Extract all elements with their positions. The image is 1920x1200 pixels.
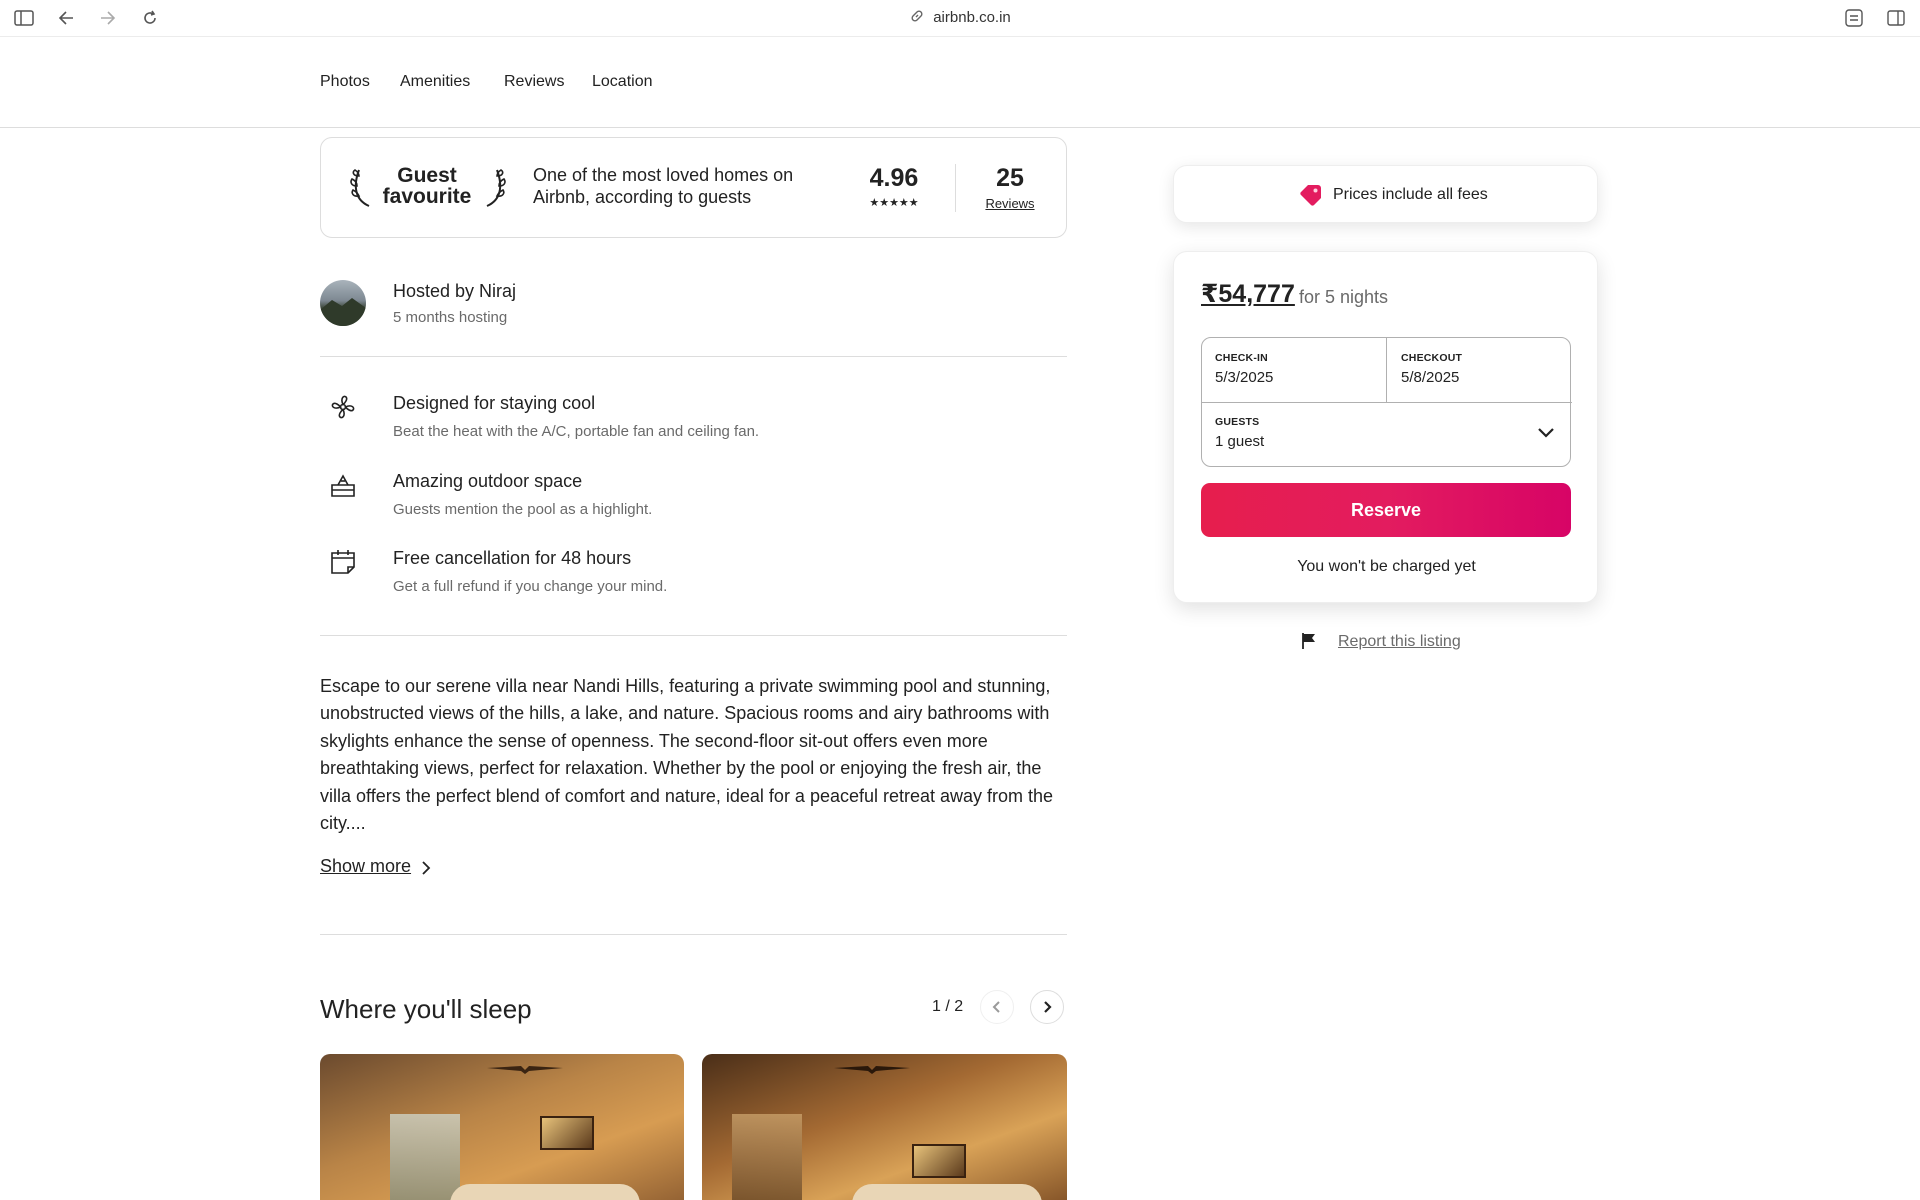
avatar[interactable]: [320, 280, 366, 326]
highlight-subtitle: Guests mention the pool as a highlight.: [393, 501, 653, 518]
address-bar[interactable]: airbnb.co.in: [0, 8, 1920, 28]
photo-artwork: [540, 1116, 594, 1150]
photo-bed: [852, 1184, 1042, 1200]
guest-favourite-description: One of the most loved homes on Airbnb, a…: [533, 165, 794, 207]
reviews-link[interactable]: Reviews: [973, 196, 1047, 211]
photo-artwork: [912, 1144, 966, 1178]
section-nav: Photos Amenities Reviews Location: [0, 37, 1920, 128]
date-guest-picker: CHECK-IN 5/3/2025 CHECKOUT 5/8/2025 GUES…: [1201, 337, 1572, 467]
report-listing-link[interactable]: Report this listing: [1338, 633, 1461, 651]
photo-window: [390, 1114, 460, 1200]
url-text: airbnb.co.in: [933, 8, 1011, 26]
guests-select[interactable]: 1 guest: [1215, 433, 1264, 450]
photo-bed: [450, 1184, 640, 1200]
tab-reviews[interactable]: Reviews: [504, 73, 564, 91]
guest-favourite-title: Guest favourite: [382, 164, 472, 208]
highlight-title: Free cancellation for 48 hours: [393, 548, 632, 568]
highlight-subtitle: Beat the heat with the A/C, portable fan…: [393, 423, 760, 440]
host-name: Hosted by Niraj: [393, 281, 517, 301]
tab-amenities[interactable]: Amenities: [400, 73, 470, 91]
previous-button[interactable]: [980, 990, 1014, 1024]
review-count: 25: [996, 164, 1024, 192]
checkin-label: CHECK-IN: [1215, 352, 1268, 364]
browser-toolbar: airbnb.co.in: [0, 0, 1920, 37]
tab-photos[interactable]: Photos: [320, 73, 370, 91]
no-charge-note: You won't be charged yet: [1297, 558, 1476, 575]
divider: [1202, 402, 1572, 403]
translate-icon[interactable]: [1841, 6, 1867, 30]
highlight-subtitle: Get a full refund if you change your min…: [393, 578, 668, 595]
tab-location[interactable]: Location: [592, 73, 653, 91]
booking-card: ₹54,777 for 5 nights CHECK-IN 5/3/2025 C…: [1173, 251, 1598, 603]
show-more-button[interactable]: Show more: [320, 856, 411, 877]
flag-icon: [1301, 632, 1317, 655]
divider: [955, 164, 956, 212]
chevron-down-icon[interactable]: [1537, 426, 1555, 444]
checkout-field[interactable]: 5/8/2025: [1401, 369, 1459, 386]
rating-value: 4.96: [869, 164, 919, 192]
laurel-left-icon: [349, 166, 375, 213]
split-view-icon[interactable]: [1883, 6, 1909, 30]
price-tag-icon: [1298, 182, 1324, 213]
laurel-right-icon: [481, 166, 507, 213]
rating-stars: ★★★★★: [869, 197, 919, 209]
listing-description: Escape to our serene villa near Nandi Hi…: [320, 676, 1054, 834]
guest-favourite-card: Guest favourite One of the most loved ho…: [320, 137, 1067, 238]
highlight-title: Amazing outdoor space: [393, 471, 583, 491]
guests-label: GUESTS: [1215, 416, 1260, 428]
fees-notice-text: Prices include all fees: [1333, 186, 1488, 203]
link-icon: [909, 8, 925, 28]
host-tenure: 5 months hosting: [393, 309, 508, 326]
divider: [1386, 338, 1387, 402]
pager-count: 1 / 2: [932, 998, 964, 1015]
bedroom-photo[interactable]: [702, 1054, 1067, 1200]
photo-window: [732, 1114, 802, 1200]
divider: [320, 934, 1067, 935]
divider: [320, 635, 1067, 636]
divider: [320, 356, 1067, 357]
calendar-icon: [328, 547, 358, 577]
reserve-button[interactable]: Reserve: [1201, 483, 1571, 537]
next-button[interactable]: [1030, 990, 1064, 1024]
bedroom-photo[interactable]: [320, 1054, 684, 1200]
section-title: Where you'll sleep: [320, 994, 532, 1024]
chevron-right-icon: [421, 860, 431, 881]
fees-notice: Prices include all fees: [1173, 165, 1598, 223]
nightly-price[interactable]: ₹54,777: [1201, 279, 1295, 309]
fan-icon: [328, 392, 358, 422]
highlight-title: Designed for staying cool: [393, 393, 596, 413]
checkout-label: CHECKOUT: [1401, 352, 1463, 364]
price-suffix: for 5 nights: [1299, 287, 1389, 307]
checkin-field[interactable]: 5/3/2025: [1215, 369, 1273, 386]
pool-icon: [328, 470, 358, 500]
